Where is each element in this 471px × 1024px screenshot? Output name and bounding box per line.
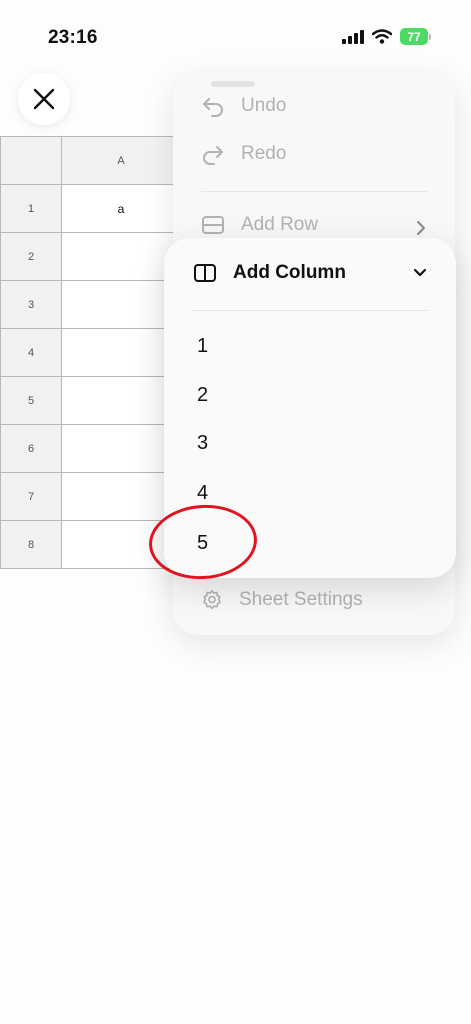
battery-level: 77 — [400, 28, 428, 45]
column-header-a[interactable]: A — [61, 136, 181, 185]
submenu-divider — [192, 310, 428, 311]
add-column-icon — [194, 264, 216, 282]
cell[interactable] — [61, 280, 181, 329]
cell[interactable] — [61, 232, 181, 281]
sheet-settings-label: Sheet Settings — [239, 589, 363, 610]
add-column-title: Add Column — [233, 262, 346, 283]
table-row: 4 — [0, 328, 181, 377]
row-header[interactable]: 7 — [0, 472, 62, 521]
status-time: 23:16 — [48, 27, 98, 48]
row-header[interactable]: 5 — [0, 376, 62, 425]
table-row: 6 — [0, 424, 181, 473]
add-column-header[interactable]: Add Column — [193, 262, 428, 284]
cellular-signal-icon — [342, 29, 364, 44]
row-header[interactable]: 4 — [0, 328, 62, 377]
redo-icon — [203, 146, 223, 165]
cell[interactable]: a — [61, 184, 181, 233]
undo-item[interactable]: Undo — [201, 95, 286, 117]
close-button[interactable] — [18, 73, 70, 125]
cell[interactable] — [61, 472, 181, 521]
add-row-item[interactable]: Add Row — [201, 214, 318, 236]
column-count-option-2[interactable]: 2 — [197, 384, 208, 407]
undo-label: Undo — [241, 95, 287, 116]
row-header[interactable]: 8 — [0, 520, 62, 569]
redo-item[interactable]: Redo — [201, 143, 286, 165]
close-icon — [33, 88, 55, 110]
table-row: 1 a — [0, 184, 181, 233]
menu-fade-hint — [211, 81, 255, 87]
chevron-down-icon[interactable] — [412, 267, 428, 279]
gear-icon — [203, 590, 221, 610]
row-header[interactable]: 6 — [0, 424, 62, 473]
wifi-icon — [372, 29, 392, 44]
table-row: 7 — [0, 472, 181, 521]
add-row-label: Add Row — [241, 214, 319, 235]
undo-icon — [203, 98, 223, 117]
redo-label: Redo — [241, 143, 287, 164]
row-header[interactable]: 3 — [0, 280, 62, 329]
corner-cell[interactable] — [0, 136, 62, 185]
column-header-row: A — [0, 136, 181, 185]
cell[interactable] — [61, 328, 181, 377]
battery-charging-icon: 77 — [400, 28, 431, 45]
cell[interactable] — [61, 424, 181, 473]
column-count-option-1[interactable]: 1 — [197, 335, 208, 358]
row-header[interactable]: 1 — [0, 184, 62, 233]
column-count-option-4[interactable]: 4 — [197, 482, 208, 505]
column-count-option-3[interactable]: 3 — [197, 432, 208, 455]
chevron-right-icon — [417, 221, 425, 235]
table-row: 3 — [0, 280, 181, 329]
cell[interactable] — [61, 376, 181, 425]
sheet-settings-item[interactable]: Sheet Settings — [201, 589, 363, 611]
table-row: 2 — [0, 232, 181, 281]
spreadsheet-grid: A 1 a 2 3 4 5 6 7 8 — [0, 136, 181, 569]
status-icons: 77 — [342, 28, 431, 45]
menu-divider — [201, 191, 427, 192]
battery-cap — [429, 33, 431, 40]
table-row: 5 — [0, 376, 181, 425]
add-row-icon — [202, 216, 224, 234]
row-header[interactable]: 2 — [0, 232, 62, 281]
